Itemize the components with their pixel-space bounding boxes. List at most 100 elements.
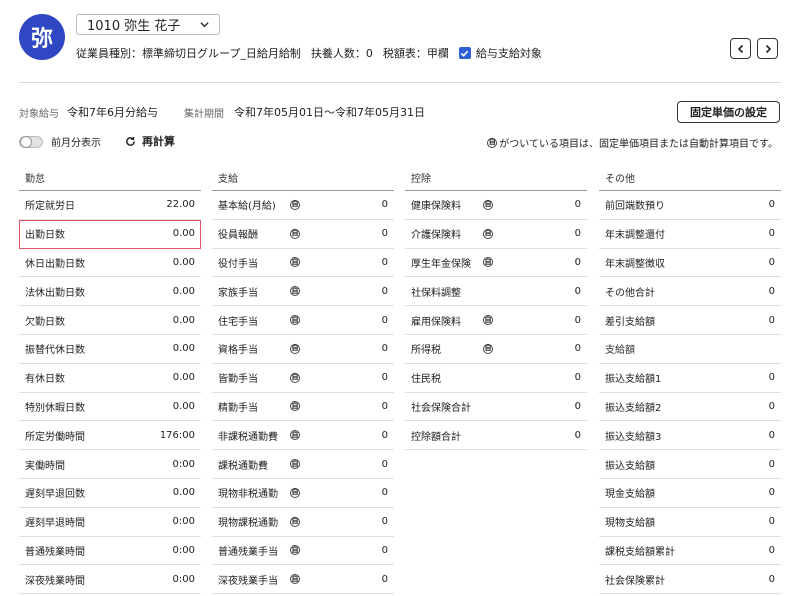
row-label: 健康保険料 bbox=[411, 201, 461, 213]
table-row[interactable]: 住宅手当 自 0 bbox=[212, 306, 394, 335]
table-row[interactable]: 振込支給額3 0 bbox=[599, 421, 781, 451]
row-value: 0 bbox=[381, 458, 388, 470]
table-row[interactable]: 所定労働時間 176:00 bbox=[19, 421, 201, 451]
row-label-group: 遅刻早退時間 bbox=[25, 514, 93, 529]
table-row[interactable]: 控除額合計 0 bbox=[405, 421, 587, 451]
table-row[interactable]: 法休出勤日数 0.00 bbox=[19, 277, 201, 307]
employee-select[interactable]: 1010 弥生 花子 bbox=[76, 14, 220, 35]
table-row[interactable]: 課税通勤費 自 0 bbox=[212, 450, 394, 479]
table-row[interactable]: 振込支給額1 0 bbox=[599, 364, 781, 393]
auto-calc-icon: 自 bbox=[483, 257, 493, 268]
table-row[interactable]: 社会保険累計 0 bbox=[599, 565, 781, 595]
recalc-button[interactable]: 再計算 bbox=[125, 133, 175, 149]
row-label-group: 現物支給額 bbox=[605, 514, 673, 529]
row-label-group: 精勤手当 自 bbox=[218, 399, 300, 414]
table-row[interactable]: 所得税 自 0 bbox=[405, 335, 587, 364]
row-label-group: 実働時間 bbox=[25, 457, 93, 472]
auto-calc-icon: 自 bbox=[483, 315, 493, 326]
row-value: 0 bbox=[381, 343, 388, 355]
table-row[interactable]: 有休日数 0.00 bbox=[19, 364, 201, 393]
table-row[interactable]: 深夜残業時間 0:00 bbox=[19, 565, 201, 595]
row-label: 年末調整徴収 bbox=[605, 258, 665, 270]
table-row[interactable]: 役付手当 自 0 bbox=[212, 249, 394, 278]
row-label: 住民税 bbox=[411, 374, 441, 386]
row-label-group: 厚生年金保険 自 bbox=[411, 255, 493, 270]
table-row[interactable]: 厚生年金保険 自 0 bbox=[405, 249, 587, 278]
row-value: 0 bbox=[768, 314, 775, 326]
row-value: 0 bbox=[381, 429, 388, 441]
row-label-group: 出勤日数 bbox=[25, 226, 93, 241]
table-row[interactable]: 前回端数預り 0 bbox=[599, 191, 781, 220]
column-header: 支給 bbox=[212, 165, 394, 191]
row-label: 基本給(月給) bbox=[218, 201, 276, 213]
auto-calc-icon: 自 bbox=[487, 137, 498, 148]
row-label: 支給額 bbox=[605, 345, 635, 357]
table-row[interactable]: 欠勤日数 0.00 bbox=[19, 306, 201, 335]
table-row[interactable]: 現物課税通勤 自 0 bbox=[212, 508, 394, 537]
table-row[interactable]: 遅刻早退時間 0:00 bbox=[19, 508, 201, 537]
employee-type: 従業員種別：標準締切日グループ_日給月給制 bbox=[76, 47, 301, 60]
refresh-icon bbox=[126, 136, 135, 146]
row-label: 遅刻早退回数 bbox=[25, 489, 85, 501]
table-row[interactable]: 介護保険料 自 0 bbox=[405, 220, 587, 249]
row-label: 非課税通勤費 bbox=[218, 431, 278, 443]
table-row[interactable]: 基本給(月給) 自 0 bbox=[212, 191, 394, 220]
table-row[interactable]: 社会保険合計 0 bbox=[405, 393, 587, 422]
fixed-price-settings-button[interactable]: 固定単価の設定 bbox=[677, 101, 780, 123]
table-row[interactable]: 普通残業手当 自 0 bbox=[212, 537, 394, 566]
table-row[interactable]: 皆勤手当 自 0 bbox=[212, 364, 394, 393]
check-icon bbox=[461, 50, 469, 57]
row-value: 0 bbox=[768, 228, 775, 240]
auto-calc-icon: 自 bbox=[290, 372, 300, 383]
table-row[interactable]: 課税支給額累計 0 bbox=[599, 537, 781, 566]
table-row[interactable]: 特別休暇日数 0.00 bbox=[19, 393, 201, 422]
table-row[interactable]: 深夜残業手当 自 0 bbox=[212, 565, 394, 595]
table-row[interactable]: 振替代休日数 0.00 bbox=[19, 335, 201, 364]
table-row[interactable]: 出勤日数 0.00 bbox=[19, 220, 201, 249]
table-row[interactable]: 精勤手当 自 0 bbox=[212, 393, 394, 422]
row-label: 実働時間 bbox=[25, 460, 65, 472]
row-value: 0 bbox=[381, 314, 388, 326]
table-row[interactable]: 振込支給額2 0 bbox=[599, 393, 781, 422]
table-row[interactable]: 資格手当 自 0 bbox=[212, 335, 394, 364]
table-row[interactable]: 雇用保険料 自 0 bbox=[405, 306, 587, 335]
table-row[interactable]: 普通残業時間 0:00 bbox=[19, 537, 201, 566]
table-row[interactable]: 役員報酬 自 0 bbox=[212, 220, 394, 249]
row-label: 深夜残業時間 bbox=[25, 575, 85, 587]
prev-employee-button[interactable] bbox=[730, 38, 751, 59]
table-row[interactable]: 休日出勤日数 0.00 bbox=[19, 249, 201, 278]
payroll-target-checkbox[interactable] bbox=[458, 47, 471, 59]
table-row[interactable]: 振込支給額 0 bbox=[599, 450, 781, 479]
table-row[interactable]: 年末調整還付 0 bbox=[599, 220, 781, 249]
row-label: 控除額合計 bbox=[411, 431, 461, 443]
table-row[interactable]: 年末調整徴収 0 bbox=[599, 249, 781, 278]
table-row[interactable]: 社保料調整 0 bbox=[405, 277, 587, 307]
table-row[interactable]: 現物支給額 0 bbox=[599, 508, 781, 537]
column-header: 勤怠 bbox=[19, 165, 201, 191]
table-row[interactable]: 健康保険料 自 0 bbox=[405, 191, 587, 220]
row-label: 所定労働時間 bbox=[25, 431, 85, 443]
table-row[interactable]: 現物非税通勤 自 0 bbox=[212, 479, 394, 508]
table-row[interactable]: 所定就労日 22.00 bbox=[19, 191, 201, 220]
row-label: 前回端数預り bbox=[605, 201, 665, 213]
table-row[interactable]: 遅刻早退回数 0.00 bbox=[19, 479, 201, 508]
table-row[interactable]: 非課税通勤費 自 0 bbox=[212, 421, 394, 451]
row-label-group: 振込支給額1 bbox=[605, 370, 673, 385]
row-label-group: 所定労働時間 bbox=[25, 428, 93, 443]
row-label-group: 特別休暇日数 bbox=[25, 399, 93, 414]
column-header: その他 bbox=[599, 165, 781, 191]
next-employee-button[interactable] bbox=[757, 38, 778, 59]
table-row[interactable]: 実働時間 0:00 bbox=[19, 450, 201, 479]
table-row[interactable]: 差引支給額 0 bbox=[599, 306, 781, 335]
recalc-label: 再計算 bbox=[142, 135, 175, 148]
table-row[interactable]: その他合計 0 bbox=[599, 277, 781, 307]
prev-month-toggle[interactable] bbox=[19, 135, 43, 148]
row-label-group: 課税支給額累計 bbox=[605, 543, 675, 558]
row-value: 0 bbox=[574, 400, 581, 412]
row-label-group: 遅刻早退回数 bbox=[25, 485, 93, 500]
dependents-count: 扶養人数：0 bbox=[310, 47, 373, 60]
table-row[interactable]: 現金支給額 0 bbox=[599, 479, 781, 508]
row-label: 普通残業時間 bbox=[25, 546, 85, 558]
table-row[interactable]: 家族手当 自 0 bbox=[212, 277, 394, 307]
table-row[interactable]: 住民税 0 bbox=[405, 364, 587, 393]
